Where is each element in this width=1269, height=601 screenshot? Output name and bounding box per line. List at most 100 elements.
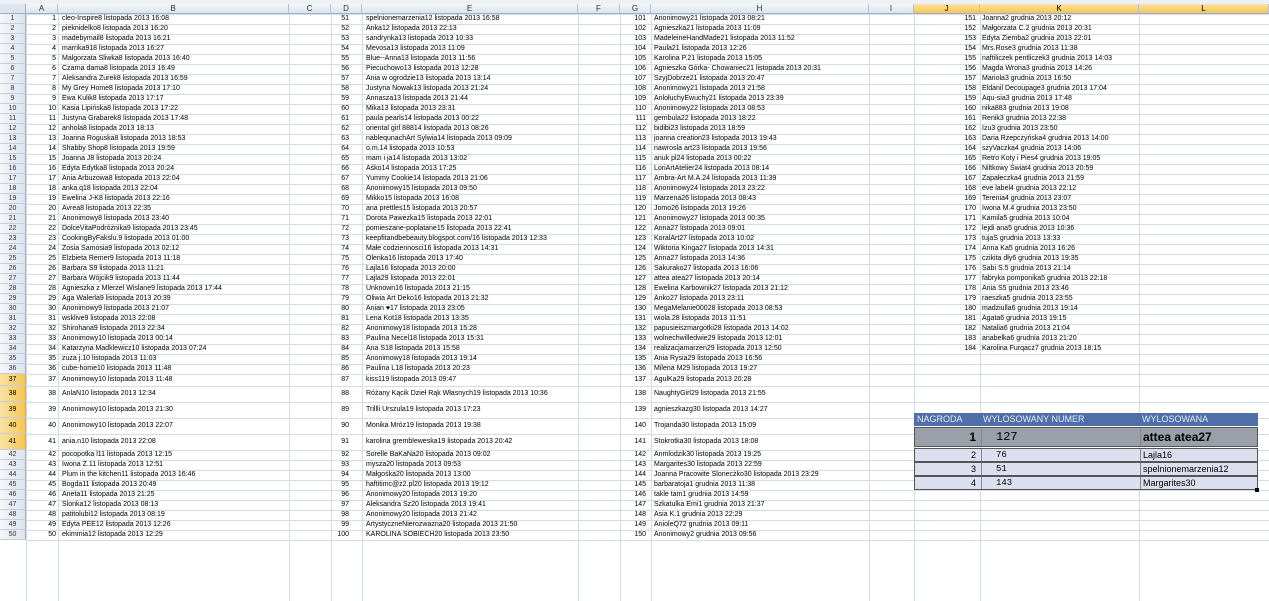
entry-number[interactable]: 113 (620, 134, 646, 144)
entry-name[interactable]: raeszka5 grudnia 2013 23:55 (982, 294, 1073, 304)
entry-number[interactable]: 74 (331, 244, 349, 254)
entry-number[interactable]: 72 (331, 224, 349, 234)
entry-name[interactable]: Anonimowy21 listopada 2013 08:21 (654, 14, 765, 24)
entry-number[interactable]: 114 (620, 144, 646, 154)
entry-number[interactable]: 42 (26, 450, 56, 460)
entry-name[interactable]: Izu3 grudnia 2013 23:50 (982, 124, 1058, 134)
entry-name[interactable]: Aneta11 listopada 2013 21:25 (62, 490, 155, 500)
entry-number[interactable]: 21 (26, 214, 56, 224)
entry-name[interactable]: o.m.14 listopada 2013 10:53 (366, 144, 454, 154)
entry-name[interactable]: lejdi ana5 grudnia 2013 10:36 (982, 224, 1074, 234)
entry-number[interactable]: 76 (331, 264, 349, 274)
entry-number[interactable]: 67 (331, 174, 349, 184)
entry-name[interactable]: Edyta PEE12 listopada 2013 12:26 (62, 520, 171, 530)
entry-number[interactable]: 87 (331, 375, 349, 385)
entry-number[interactable]: 93 (331, 460, 349, 470)
entry-number[interactable]: 30 (26, 304, 56, 314)
entry-number[interactable]: 15 (26, 154, 56, 164)
entry-name[interactable]: ania.n10 listopada 2013 22:08 (62, 437, 156, 447)
entry-name[interactable]: Anmlodzik30 listopada 2013 19:25 (654, 450, 761, 460)
entry-number[interactable]: 59 (331, 94, 349, 104)
entry-number[interactable]: 39 (26, 405, 56, 415)
entry-name[interactable]: Lajla29 listopada 2013 22:01 (366, 274, 456, 284)
entry-number[interactable]: 55 (331, 54, 349, 64)
entry-name[interactable]: spelnionemarzenia12 listopada 2013 16:58 (366, 14, 500, 24)
entry-number[interactable]: 50 (26, 530, 56, 540)
entry-name[interactable]: Anonimowy10 listopada 2013 21:30 (62, 405, 173, 415)
row-header[interactable]: 48 (0, 510, 26, 520)
entry-number[interactable]: 17 (26, 174, 56, 184)
row-header[interactable]: 41 (0, 434, 26, 450)
entry-name[interactable]: KAROLINA SOBIECH20 listopada 2013 23:50 (366, 530, 509, 540)
entry-name[interactable]: Paula21 listopada 2013 12:26 (654, 44, 747, 54)
entry-number[interactable]: 86 (331, 364, 349, 374)
entry-name[interactable]: Daria Rzepczyńska4 grudnia 2013 14:00 (982, 134, 1108, 144)
entry-number[interactable]: 73 (331, 234, 349, 244)
entry-name[interactable]: Stokrotka30 listopada 2013 18:08 (654, 437, 758, 447)
entry-name[interactable]: tujaS grudnia 2013 13:33 (982, 234, 1060, 244)
entry-name[interactable]: Zosia Samosia9 listopada 2013 02:12 (62, 244, 179, 254)
row-header[interactable]: 33 (0, 334, 26, 344)
row-header[interactable]: 2 (0, 24, 26, 34)
entry-number[interactable]: 68 (331, 184, 349, 194)
entry-number[interactable]: 51 (331, 14, 349, 24)
entry-number[interactable]: 47 (26, 500, 56, 510)
column-header-h[interactable]: H (651, 4, 869, 14)
row-header[interactable]: 25 (0, 254, 26, 264)
entry-name[interactable]: sandrynka13 listopada 2013 10:33 (366, 34, 473, 44)
entry-name[interactable]: Mariola3 grudnia 2013 16:50 (982, 74, 1071, 84)
entry-name[interactable]: Iwona M.4 grudnia 2013 23:50 (982, 204, 1077, 214)
row-header[interactable]: 12 (0, 124, 26, 134)
entry-number[interactable]: 179 (914, 294, 976, 304)
entry-number[interactable]: 165 (914, 154, 976, 164)
entry-name[interactable]: mysza20 listopada 2013 09:53 (366, 460, 461, 470)
entry-number[interactable]: 38 (26, 389, 56, 399)
entry-name[interactable]: Justyna Grabarek8 listopada 2013 17:48 (62, 114, 188, 124)
column-header-e[interactable]: E (362, 4, 578, 14)
entry-number[interactable]: 35 (26, 354, 56, 364)
entry-name[interactable]: Sakurako27 listopada 2013 16:06 (654, 264, 758, 274)
entry-number[interactable]: 155 (914, 54, 976, 64)
entry-number[interactable]: 147 (620, 500, 646, 510)
entry-name[interactable]: Mrs.Rose3 grudnia 2013 11:38 (982, 44, 1078, 54)
row-header[interactable]: 4 (0, 44, 26, 54)
entry-number[interactable]: 167 (914, 174, 976, 184)
entry-number[interactable]: 100 (331, 530, 349, 540)
entry-name[interactable]: Ania Rysia29 listopada 2013 16:56 (654, 354, 762, 364)
entry-number[interactable]: 153 (914, 34, 976, 44)
entry-name[interactable]: Plum in the kitchen11 listopada 2013 16:… (62, 470, 195, 480)
entry-name[interactable]: Anko27 listopada 2013 23:11 (654, 294, 744, 304)
entry-name[interactable]: fabryka pomponika5 grudnia 2013 22:18 (982, 274, 1107, 284)
entry-number[interactable]: 102 (620, 24, 646, 34)
entry-name[interactable]: Agata6 grudnia 2013 19:15 (982, 314, 1066, 324)
entry-number[interactable]: 120 (620, 204, 646, 214)
row-header[interactable]: 14 (0, 144, 26, 154)
entry-number[interactable]: 103 (620, 34, 646, 44)
entry-name[interactable]: Agnieszka z Mlerzel Wislane9 listopada 2… (62, 284, 222, 294)
entry-number[interactable]: 106 (620, 64, 646, 74)
entry-number[interactable]: 95 (331, 480, 349, 490)
entry-name[interactable]: Anonimowy10 listopada 2013 22:07 (62, 421, 173, 431)
entry-name[interactable]: nablequnachArt Sylwia14 listopada 2013 0… (366, 134, 512, 144)
entry-name[interactable]: MegaMelanie00028 listopada 2013 08:53 (654, 304, 782, 314)
entry-name[interactable]: Ewa Kulik8 listopada 2013 17:17 (62, 94, 164, 104)
entry-number[interactable]: 40 (26, 421, 56, 431)
entry-name[interactable]: Sabi S.5 grudnia 2013 21:14 (982, 264, 1071, 274)
entry-name[interactable]: barbaratoja1 grudnia 2013 11:38 (654, 480, 755, 490)
entry-number[interactable]: 181 (914, 314, 976, 324)
entry-name[interactable]: ana prettles15 listopada 2013 20:57 (366, 204, 477, 214)
entry-name[interactable]: pieknidelko8 listopada 2013 16:20 (62, 24, 168, 34)
entry-number[interactable]: 28 (26, 284, 56, 294)
entry-number[interactable]: 170 (914, 204, 976, 214)
entry-number[interactable]: 180 (914, 304, 976, 314)
entry-name[interactable]: My Grey Home8 listopada 2013 17:10 (62, 84, 180, 94)
row-header[interactable]: 5 (0, 54, 26, 64)
entry-number[interactable]: 104 (620, 44, 646, 54)
entry-name[interactable]: Milena M29 listopada 2013 19:27 (654, 364, 757, 374)
entry-name[interactable]: Barbara Wójcik9 listopada 2013 11:44 (62, 274, 180, 284)
entry-number[interactable]: 150 (620, 530, 646, 540)
spreadsheet[interactable]: A B C D E F G H I J K L 1 2 3 4 5 6 7 8 9 10 11 12 13 14 15 16 17 18 1… (0, 0, 1269, 601)
entry-name[interactable]: Anna Ka5 grudnia 2013 16:26 (982, 244, 1075, 254)
entry-number[interactable]: 144 (620, 470, 646, 480)
row-header[interactable]: 29 (0, 294, 26, 304)
